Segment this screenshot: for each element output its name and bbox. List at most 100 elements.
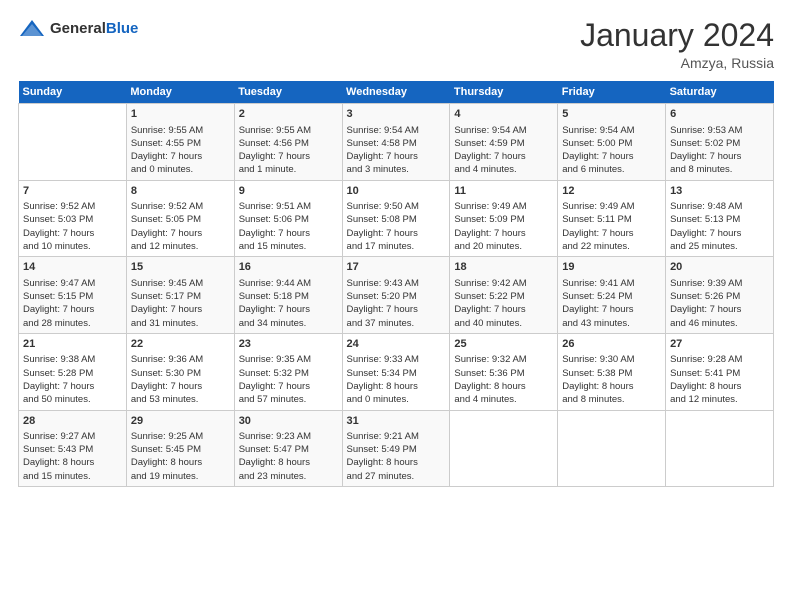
day-content: and 10 minutes. [23,240,122,253]
calendar-cell: 13Sunrise: 9:48 AMSunset: 5:13 PMDayligh… [666,180,774,257]
day-content: and 12 minutes. [670,393,769,406]
day-content: and 0 minutes. [347,393,446,406]
day-content: and 8 minutes. [562,393,661,406]
calendar-cell: 8Sunrise: 9:52 AMSunset: 5:05 PMDaylight… [126,180,234,257]
day-content: Sunset: 5:15 PM [23,290,122,303]
header: GeneralBlue January 2024 Amzya, Russia [18,18,774,71]
day-content: and 40 minutes. [454,317,553,330]
day-content: Sunrise: 9:28 AM [670,353,769,366]
day-content: Sunset: 5:17 PM [131,290,230,303]
day-content: Sunset: 5:26 PM [670,290,769,303]
day-content: and 0 minutes. [131,163,230,176]
calendar-cell: 3Sunrise: 9:54 AMSunset: 4:58 PMDaylight… [342,104,450,181]
day-content: Daylight: 7 hours [347,227,446,240]
day-content: Daylight: 7 hours [347,150,446,163]
calendar-week-2: 7Sunrise: 9:52 AMSunset: 5:03 PMDaylight… [19,180,774,257]
day-content: Sunset: 5:24 PM [562,290,661,303]
day-content: and 50 minutes. [23,393,122,406]
calendar-cell: 11Sunrise: 9:49 AMSunset: 5:09 PMDayligh… [450,180,558,257]
day-content: Sunrise: 9:27 AM [23,430,122,443]
day-content: Sunset: 5:18 PM [239,290,338,303]
day-content: Sunset: 5:36 PM [454,367,553,380]
day-number: 23 [239,337,338,352]
day-content: Sunrise: 9:47 AM [23,277,122,290]
weekday-header-monday: Monday [126,81,234,104]
calendar-cell: 16Sunrise: 9:44 AMSunset: 5:18 PMDayligh… [234,257,342,334]
day-content: Sunset: 5:41 PM [670,367,769,380]
day-content: Sunset: 5:00 PM [562,137,661,150]
day-content: and 8 minutes. [670,163,769,176]
day-content: Daylight: 7 hours [454,150,553,163]
calendar-cell: 4Sunrise: 9:54 AMSunset: 4:59 PMDaylight… [450,104,558,181]
calendar-cell: 12Sunrise: 9:49 AMSunset: 5:11 PMDayligh… [558,180,666,257]
day-number: 9 [239,184,338,199]
day-number: 31 [347,414,446,429]
day-number: 3 [347,107,446,122]
day-content: Daylight: 7 hours [670,150,769,163]
day-content: Sunset: 5:13 PM [670,213,769,226]
calendar-cell [558,410,666,487]
day-content: and 46 minutes. [670,317,769,330]
day-number: 5 [562,107,661,122]
day-number: 28 [23,414,122,429]
day-content: Daylight: 7 hours [454,303,553,316]
day-content: and 4 minutes. [454,393,553,406]
day-content: Sunset: 5:30 PM [131,367,230,380]
day-content: Sunset: 5:03 PM [23,213,122,226]
day-number: 19 [562,260,661,275]
day-content: Daylight: 7 hours [131,380,230,393]
day-content: Sunset: 5:32 PM [239,367,338,380]
day-content: and 3 minutes. [347,163,446,176]
day-content: and 20 minutes. [454,240,553,253]
day-content: Daylight: 7 hours [23,303,122,316]
calendar-week-3: 14Sunrise: 9:47 AMSunset: 5:15 PMDayligh… [19,257,774,334]
day-content: Sunrise: 9:51 AM [239,200,338,213]
day-content: Daylight: 7 hours [562,150,661,163]
day-number: 8 [131,184,230,199]
weekday-header-saturday: Saturday [666,81,774,104]
calendar-cell: 9Sunrise: 9:51 AMSunset: 5:06 PMDaylight… [234,180,342,257]
logo-blue: Blue [106,20,139,37]
day-content: and 27 minutes. [347,470,446,483]
calendar-cell: 29Sunrise: 9:25 AMSunset: 5:45 PMDayligh… [126,410,234,487]
day-content: and 6 minutes. [562,163,661,176]
day-content: Daylight: 7 hours [239,227,338,240]
calendar-cell: 10Sunrise: 9:50 AMSunset: 5:08 PMDayligh… [342,180,450,257]
day-content: and 31 minutes. [131,317,230,330]
day-content: Sunrise: 9:30 AM [562,353,661,366]
day-content: and 17 minutes. [347,240,446,253]
day-content: Daylight: 7 hours [454,227,553,240]
day-content: Daylight: 7 hours [131,150,230,163]
calendar-week-4: 21Sunrise: 9:38 AMSunset: 5:28 PMDayligh… [19,333,774,410]
calendar-cell: 25Sunrise: 9:32 AMSunset: 5:36 PMDayligh… [450,333,558,410]
logo-icon [18,18,46,40]
calendar-cell [666,410,774,487]
day-content: Sunrise: 9:54 AM [347,124,446,137]
calendar-cell: 24Sunrise: 9:33 AMSunset: 5:34 PMDayligh… [342,333,450,410]
day-content: Daylight: 7 hours [239,380,338,393]
calendar-cell: 27Sunrise: 9:28 AMSunset: 5:41 PMDayligh… [666,333,774,410]
day-content: Sunrise: 9:54 AM [562,124,661,137]
day-number: 11 [454,184,553,199]
day-content: and 57 minutes. [239,393,338,406]
day-content: Sunset: 5:08 PM [347,213,446,226]
calendar-week-1: 1Sunrise: 9:55 AMSunset: 4:55 PMDaylight… [19,104,774,181]
calendar-cell: 30Sunrise: 9:23 AMSunset: 5:47 PMDayligh… [234,410,342,487]
day-content: Sunrise: 9:49 AM [562,200,661,213]
day-content: Sunrise: 9:55 AM [131,124,230,137]
day-content: Daylight: 7 hours [562,227,661,240]
day-content: and 1 minute. [239,163,338,176]
day-number: 10 [347,184,446,199]
day-content: Daylight: 8 hours [347,456,446,469]
day-content: Sunset: 5:06 PM [239,213,338,226]
weekday-header-sunday: Sunday [19,81,127,104]
day-content: Sunrise: 9:55 AM [239,124,338,137]
calendar-cell: 6Sunrise: 9:53 AMSunset: 5:02 PMDaylight… [666,104,774,181]
day-number: 22 [131,337,230,352]
day-number: 27 [670,337,769,352]
day-content: and 28 minutes. [23,317,122,330]
calendar-cell: 7Sunrise: 9:52 AMSunset: 5:03 PMDaylight… [19,180,127,257]
day-content: and 4 minutes. [454,163,553,176]
day-number: 4 [454,107,553,122]
day-content: Sunrise: 9:36 AM [131,353,230,366]
